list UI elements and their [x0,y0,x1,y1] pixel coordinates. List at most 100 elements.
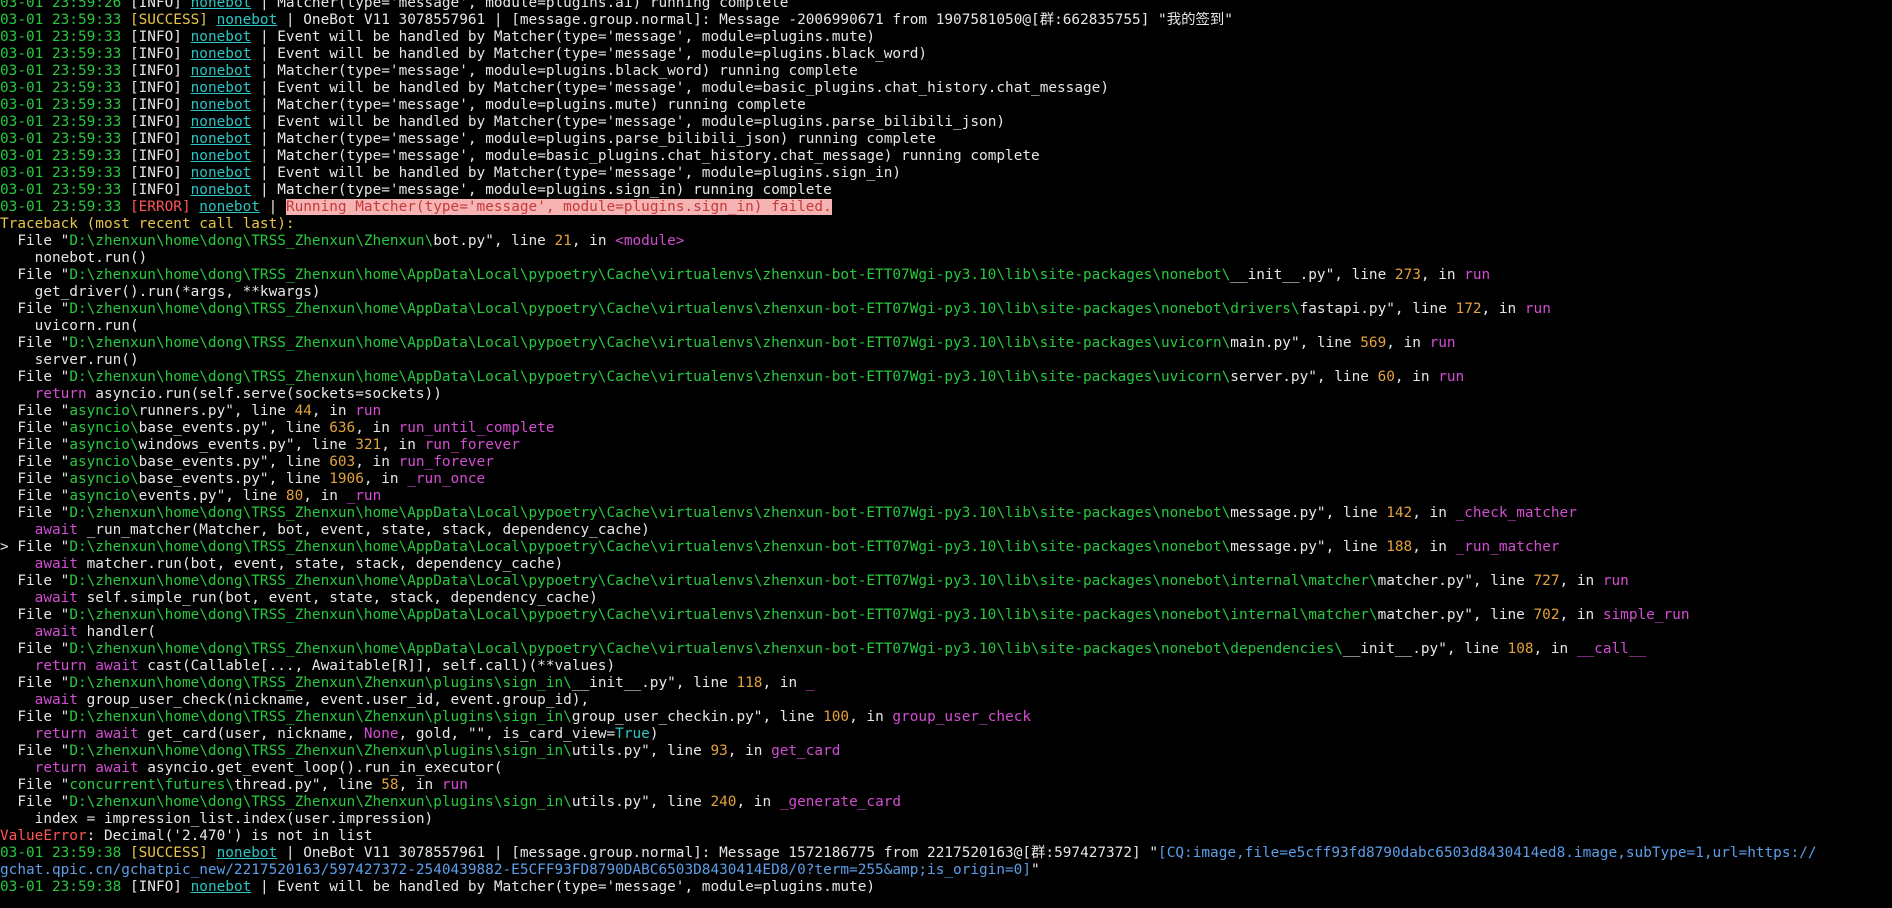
logger-name[interactable]: nonebot [191,879,252,895]
log-text: run [1524,301,1551,317]
log-text: [INFO] [129,131,191,147]
log-text: File " [0,488,70,504]
log-text: 240 [710,794,737,810]
terminal-line: 03-01 23:59:33 [INFO] nonebot | Matcher(… [0,148,1817,165]
log-timestamp-or-path: D:\zhenxun\home\dong\TRSS_Zhenxun\Zhenxu… [69,743,572,759]
log-text: 44 [294,403,312,419]
log-text: [INFO] [129,29,191,45]
logger-name[interactable]: nonebot [191,29,252,45]
log-text: [INFO] [129,148,191,164]
log-timestamp-or-path: D:\zhenxun\home\dong\TRSS_Zhenxun\home\A… [69,335,1231,351]
log-text: ", line [216,488,286,504]
terminal-line: 03-01 23:59:33 [ERROR] nonebot | Running… [0,199,1817,216]
log-text: 100 [823,709,850,725]
error-highlight: Running Matcher(type='message', module=p… [285,199,832,215]
log-text: run_until_complete [398,420,555,436]
terminal-line: 03-01 23:59:33 [INFO] nonebot | Event wi… [0,80,1817,97]
log-text: Traceback (most recent call last): [0,216,295,232]
terminal-line: > File "D:\zhenxun\home\dong\TRSS_Zhenxu… [0,539,1817,556]
terminal-line: 03-01 23:59:38 [SUCCESS] nonebot | OneBo… [0,845,1817,862]
log-text: [INFO] [129,879,191,895]
log-text: File " [0,233,70,249]
logger-name[interactable]: nonebot [191,114,252,130]
log-text: ", line [1438,641,1508,657]
logger-name[interactable]: nonebot [191,165,252,181]
log-text: 273 [1394,267,1421,283]
logger-name[interactable]: nonebot [191,80,252,96]
terminal-line: File "D:\zhenxun\home\dong\TRSS_Zhenxun\… [0,675,1817,692]
log-timestamp-or-path: 03-01 23:59:38 [0,879,130,895]
log-text: | Matcher(type='message', module=basic_p… [251,148,1040,164]
log-timestamp-or-path: concurrent\futures\ [69,777,234,793]
log-text: ", line [285,437,356,453]
log-timestamp-or-path: asyncio\ [69,454,139,470]
logger-name[interactable]: nonebot [199,199,260,215]
log-text: ", line [225,403,295,419]
terminal-line: await _run_matcher(Matcher, bot, event, … [0,522,1817,539]
logger-name[interactable]: nonebot [191,46,252,62]
logger-name[interactable]: nonebot [191,148,252,164]
log-text: await [34,624,78,640]
log-text: _run_once [407,471,486,487]
log-text: | Matcher(type='message', module=plugins… [251,182,832,198]
log-text: | Event will be handled by Matcher(type=… [251,879,876,895]
log-text: , in [398,777,442,793]
log-timestamp-or-path: 03-01 23:59:33 [0,182,130,198]
terminal-line: File "D:\zhenxun\home\dong\TRSS_Zhenxun\… [0,607,1817,624]
log-text: message.py [1230,539,1317,555]
log-text: group_user_check [892,709,1032,725]
log-text: 603 [329,454,356,470]
terminal-line: index = impression_list.index(user.impre… [0,811,1817,828]
log-text: | [259,199,286,215]
logger-name[interactable]: nonebot [191,63,252,79]
log-text: File " [0,743,70,759]
logger-name[interactable]: nonebot [191,97,252,113]
terminal-line: return await asyncio.get_event_loop().ru… [0,760,1817,777]
terminal-line: gchat.qpic.cn/gchatpic_new/2217520163/59… [0,862,1817,879]
log-text: 21 [554,233,572,249]
log-text: asyncio.run(self.serve(sockets=sockets)) [86,386,442,402]
log-text: 702 [1533,607,1560,623]
terminal-line: 03-01 23:59:26 [INFO] nonebot | Matcher(… [0,0,1817,12]
log-text: ", line [1316,539,1387,555]
log-text: File " [0,437,70,453]
log-text: ", line [259,454,330,470]
log-text: [INFO] [129,182,191,198]
log-text: _run_matcher [1455,539,1560,555]
terminal-line: nonebot.run() [0,250,1817,267]
log-text: run_forever [424,437,520,453]
log-text: _generate_card [779,794,902,810]
logger-name[interactable]: nonebot [191,0,252,11]
log-text: , in [571,233,616,249]
log-text: run [1602,573,1629,589]
log-text: __init__.py [571,675,668,691]
log-text: ", line [1290,335,1361,351]
log-text: [ERROR] [129,199,200,215]
logger-name[interactable]: nonebot [191,182,252,198]
terminal-line: File "D:\zhenxun\home\dong\TRSS_Zhenxun\… [0,641,1817,658]
log-text: get_driver().run(*args, **kwargs) [0,284,321,300]
logger-name[interactable]: nonebot [191,131,252,147]
log-text: cast(Callable[..., Awaitable[R]], self.c… [138,658,616,674]
log-text: fastapi.py [1299,301,1387,317]
logger-name[interactable]: nonebot [217,12,278,28]
log-text: File " [0,267,70,283]
log-text: , in [1394,369,1439,385]
log-text: matcher.run(bot, event, state, stack, de… [77,556,564,572]
log-timestamp-or-path: D:\zhenxun\home\dong\TRSS_Zhenxun\home\A… [69,505,1231,521]
log-text: 80 [285,488,304,504]
log-text: _run [346,488,382,504]
terminal-output: 03-01 23:59:26 [INFO] nonebot | Matcher(… [0,0,1817,896]
terminal-window[interactable]: 03-01 23:59:26 [INFO] nonebot | Matcher(… [0,0,1892,908]
log-text: base_events.py [138,471,260,487]
log-timestamp-or-path: 03-01 23:59:33 [0,148,130,164]
log-text: matcher.py [1377,573,1465,589]
log-text: events.py [138,488,217,504]
log-text: ", line [1308,369,1378,385]
log-text: ", line [641,743,711,759]
logger-name[interactable]: nonebot [217,845,278,861]
log-timestamp-or-path: D:\zhenxun\home\dong\TRSS_Zhenxun\home\A… [69,301,1300,317]
log-text: , gold, "", is_card_view= [398,726,616,742]
